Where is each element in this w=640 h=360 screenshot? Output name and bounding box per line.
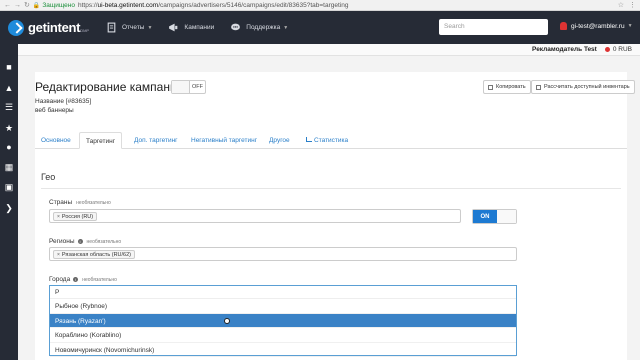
- advertiser-bar: Рекламодатель Test 0 RUB: [18, 44, 640, 56]
- city-option[interactable]: Новомичуринск (Novomichurinsk): [50, 343, 516, 357]
- chevron-down-icon: ▼: [627, 23, 633, 29]
- city-option-highlighted[interactable]: Рязань (Ryazan'): [50, 313, 516, 328]
- logo[interactable]: getintent DMP: [0, 19, 90, 36]
- logo-text: getintent: [28, 20, 81, 35]
- star-icon[interactable]: ★: [4, 123, 14, 133]
- countries-label: Страны необязательно: [49, 199, 111, 206]
- user-email: gi-test@rambler.ru: [571, 22, 625, 30]
- nav-item-campaigns[interactable]: Кампании: [168, 22, 214, 33]
- main-content: Редактирование кампании OFF Название [#8…: [18, 56, 640, 360]
- countries-field[interactable]: × Россия (RU): [49, 209, 461, 223]
- chat-icon: [231, 23, 241, 31]
- toggle-label: OFF: [192, 84, 203, 90]
- campaign-status-toggle[interactable]: OFF: [171, 80, 206, 94]
- browser-address-bar: ← → ↻ 🔒 Защищено https://ui-beta.getinte…: [0, 0, 640, 11]
- list-icon[interactable]: ☰: [4, 102, 14, 112]
- copy-icon: [488, 84, 493, 90]
- tab-main[interactable]: Основное: [35, 132, 77, 149]
- advertiser-name[interactable]: Рекламодатель Test: [532, 46, 597, 53]
- nav-item-support-label: Поддержка: [246, 24, 281, 31]
- nav-item-reports-label: Отчеты: [122, 24, 145, 31]
- geo-section-title: Гео: [41, 172, 56, 182]
- country-chip: × Россия (RU): [53, 212, 98, 221]
- remove-icon[interactable]: ×: [57, 214, 60, 220]
- countries-include-toggle[interactable]: ON: [472, 209, 517, 224]
- campaign-name: Название [#83635]: [35, 98, 92, 105]
- document-icon: [107, 22, 116, 33]
- tab-statistics[interactable]: Статистика: [300, 132, 354, 149]
- divider: [41, 188, 621, 189]
- cities-search-input[interactable]: Р: [50, 286, 516, 299]
- sidebar: ■ ▲ ☰ ★ ● ▦ ▣ ❯: [0, 44, 18, 360]
- chevron-down-icon: ▼: [147, 24, 153, 31]
- logo-sup: DMP: [80, 27, 90, 33]
- on-label: ON: [473, 210, 497, 223]
- mouse-cursor: [224, 318, 230, 324]
- secure-label: Защищено: [42, 1, 75, 9]
- search-input[interactable]: Search: [439, 19, 548, 35]
- cities-label: Города i необязательно: [49, 276, 117, 283]
- menu-icon[interactable]: ⋮: [629, 1, 636, 9]
- star-icon[interactable]: ☆: [618, 1, 624, 9]
- chart-icon: [306, 137, 312, 142]
- cubes-icon[interactable]: ▲: [4, 83, 14, 93]
- region-chip: × Рязанская область (RU/62): [53, 250, 135, 259]
- nav-item-campaigns-label: Кампании: [184, 24, 215, 31]
- balance: 0 RUB: [604, 46, 632, 53]
- regions-field[interactable]: × Рязанская область (RU/62): [49, 247, 517, 261]
- city-option[interactable]: Рыбное (Rybnoe): [50, 299, 516, 314]
- copy-button[interactable]: Копировать: [483, 80, 531, 94]
- tab-negative-targeting[interactable]: Негативный таргетинг: [185, 132, 263, 149]
- tab-extra-targeting[interactable]: Доп. таргетинг: [128, 132, 184, 149]
- top-navigation: getintent DMP Отчеты ▼ Кампании Поддержк…: [0, 11, 640, 44]
- city-option[interactable]: Кораблино (Korablino): [50, 328, 516, 343]
- logo-icon: [8, 19, 24, 36]
- url-text[interactable]: https://ui-beta.getintent.com/campaigns/…: [78, 2, 348, 9]
- cities-dropdown[interactable]: Р Рыбное (Rybnoe) Рязань (Ryazan') Кораб…: [49, 285, 517, 357]
- tabs: Основное Таргетинг Доп. таргетинг Негати…: [35, 132, 627, 149]
- forward-icon[interactable]: →: [14, 2, 21, 9]
- calculate-inventory-button[interactable]: Рассчитать доступный инвентарь: [531, 80, 635, 94]
- regions-label: Регионы i необязательно: [49, 238, 122, 245]
- toggle-knob: [172, 81, 190, 93]
- tab-targeting[interactable]: Таргетинг: [79, 132, 123, 149]
- tab-other[interactable]: Другое: [263, 132, 296, 149]
- chevron-down-icon: ▼: [283, 24, 289, 31]
- calculator-icon: [536, 84, 541, 90]
- reload-icon[interactable]: ↻: [24, 1, 30, 9]
- user-menu[interactable]: gi-test@rambler.ru ▼: [560, 22, 633, 30]
- cube-icon[interactable]: ■: [4, 62, 14, 72]
- lock-icon: 🔒: [32, 2, 41, 9]
- megaphone-icon: [169, 23, 178, 32]
- back-icon[interactable]: ←: [4, 2, 11, 9]
- remove-icon[interactable]: ×: [57, 252, 60, 258]
- chevron-right-icon[interactable]: ❯: [4, 203, 14, 213]
- nav-item-support[interactable]: Поддержка ▼: [230, 22, 288, 33]
- campaign-subtitle: веб баннеры: [35, 107, 74, 114]
- user-icon: [560, 22, 567, 30]
- info-icon[interactable]: i: [73, 277, 79, 282]
- grid-icon[interactable]: ▦: [4, 162, 14, 172]
- nav-item-reports[interactable]: Отчеты ▼: [106, 22, 152, 33]
- globe-icon[interactable]: ●: [4, 142, 14, 152]
- info-icon[interactable]: i: [77, 239, 83, 244]
- balance-status-icon: [604, 47, 610, 52]
- page-title: Редактирование кампании: [35, 80, 184, 94]
- balance-value: 0 RUB: [612, 46, 632, 53]
- credit-card-icon[interactable]: ▣: [4, 182, 14, 192]
